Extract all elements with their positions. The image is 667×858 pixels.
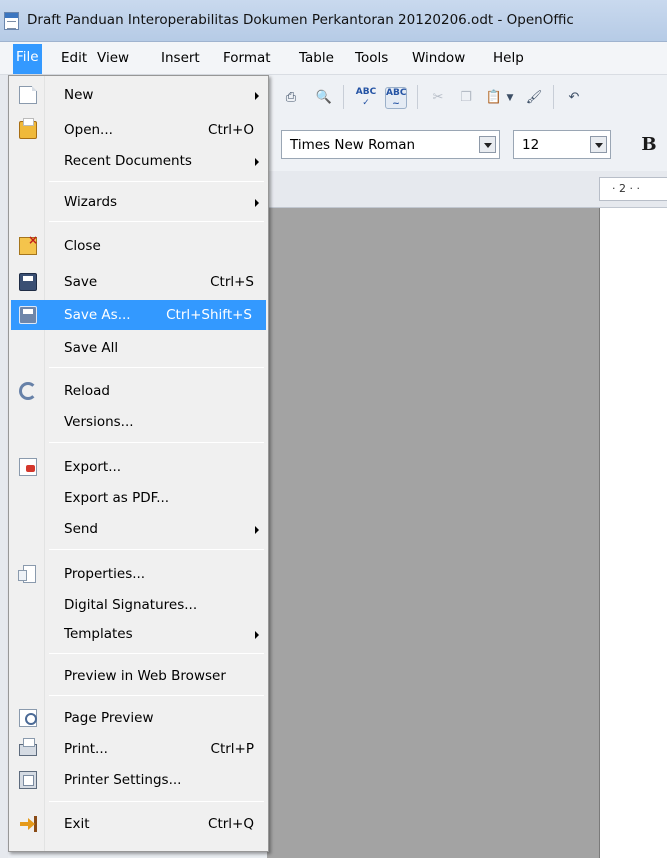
save-as-icon xyxy=(19,306,37,324)
file-menu-dropdown: New Open... Ctrl+O Recent Documents Wiza… xyxy=(8,75,269,852)
autospellcheck-button[interactable]: ABC ~ xyxy=(385,87,407,109)
menu-item-templates[interactable]: Templates xyxy=(11,619,266,649)
font-size-value: 12 xyxy=(522,137,540,153)
menu-item-preview-web-browser[interactable]: Preview in Web Browser xyxy=(11,661,266,691)
submenu-arrow-icon xyxy=(255,631,259,639)
submenu-arrow-icon xyxy=(255,526,259,534)
clone-formatting-icon[interactable]: 🖌 xyxy=(523,87,545,109)
menu-edit[interactable]: Edit xyxy=(61,50,87,66)
spellcheck-button[interactable]: ABC ✓ xyxy=(355,87,377,109)
new-document-icon xyxy=(19,86,37,104)
menu-item-reload[interactable]: Reload xyxy=(11,376,266,406)
menu-item-properties[interactable]: Properties... xyxy=(11,559,266,589)
toolbar-separator xyxy=(343,85,344,109)
standard-toolbar: ⎙ 🔍 ABC ✓ ABC ~ ✂ ❐ 📋 ▼ 🖌 ↶ xyxy=(267,75,667,119)
page-preview-icon[interactable]: 🔍 xyxy=(313,87,335,109)
menu-table[interactable]: Table xyxy=(299,50,334,66)
menu-separator xyxy=(49,801,264,802)
page-preview-icon xyxy=(19,709,37,727)
bold-button[interactable]: B xyxy=(636,130,662,159)
menu-view[interactable]: View xyxy=(97,50,129,66)
menu-item-digital-signatures[interactable]: Digital Signatures... xyxy=(11,590,266,620)
menu-item-print[interactable]: Print... Ctrl+P xyxy=(11,734,266,764)
window-left-edge xyxy=(0,75,8,858)
writer-document-icon xyxy=(4,12,19,30)
print-icon xyxy=(19,738,37,756)
submenu-arrow-icon xyxy=(255,199,259,207)
ruler-page-area: · 2 · · xyxy=(599,177,667,201)
submenu-arrow-icon xyxy=(255,92,259,100)
menu-item-page-preview[interactable]: Page Preview xyxy=(11,703,266,733)
chevron-down-icon[interactable] xyxy=(590,136,607,153)
printer-settings-icon xyxy=(19,771,37,789)
chevron-down-icon[interactable] xyxy=(479,136,496,153)
paste-dropdown-icon[interactable]: ▼ xyxy=(505,87,515,109)
font-name-value: Times New Roman xyxy=(290,137,416,153)
font-size-combo[interactable]: 12 xyxy=(513,130,611,159)
reload-icon xyxy=(19,382,37,400)
open-folder-icon xyxy=(19,118,37,139)
document-page[interactable] xyxy=(599,208,667,858)
menu-separator xyxy=(49,442,264,443)
menu-separator xyxy=(49,549,264,550)
menu-item-save-all[interactable]: Save All xyxy=(11,333,266,363)
print-direct-icon[interactable]: ⎙ xyxy=(280,87,302,109)
copy-icon[interactable]: ❐ xyxy=(455,87,477,109)
menu-item-save-as[interactable]: Save As... Ctrl+Shift+S xyxy=(11,300,266,330)
menu-tools[interactable]: Tools xyxy=(355,50,388,66)
toolbar-separator xyxy=(417,85,418,109)
export-icon xyxy=(19,458,37,476)
paste-icon[interactable]: 📋 xyxy=(483,87,505,109)
menu-separator xyxy=(49,367,264,368)
exit-icon xyxy=(19,815,37,833)
menu-insert[interactable]: Insert xyxy=(161,50,200,66)
menu-file[interactable]: File xyxy=(13,44,42,74)
close-document-icon xyxy=(19,233,38,255)
menu-item-export-pdf[interactable]: Export as PDF... xyxy=(11,483,266,513)
window-title: Draft Panduan Interoperabilitas Dokumen … xyxy=(27,12,574,28)
menu-item-versions[interactable]: Versions... xyxy=(11,407,266,437)
menu-item-send[interactable]: Send xyxy=(11,514,266,544)
menu-item-open[interactable]: Open... Ctrl+O xyxy=(11,115,266,145)
document-background xyxy=(267,208,599,858)
properties-icon xyxy=(18,565,36,583)
save-icon xyxy=(19,273,37,291)
menu-bar: File Edit View Insert Format Table Tools… xyxy=(0,42,667,75)
ruler-tick-label: · 2 · · xyxy=(612,182,640,195)
font-name-combo[interactable]: Times New Roman xyxy=(281,130,500,159)
menu-separator xyxy=(49,181,264,182)
menu-item-save[interactable]: Save Ctrl+S xyxy=(11,267,266,297)
menu-help[interactable]: Help xyxy=(493,50,524,66)
menu-item-wizards[interactable]: Wizards xyxy=(11,187,266,217)
menu-separator xyxy=(49,221,264,222)
menu-item-recent-documents[interactable]: Recent Documents xyxy=(11,146,266,176)
menu-format[interactable]: Format xyxy=(223,50,271,66)
cut-icon[interactable]: ✂ xyxy=(427,87,449,109)
formatting-toolbar: Times New Roman 12 B xyxy=(267,119,667,171)
menu-window[interactable]: Window xyxy=(412,50,465,66)
toolbar-separator xyxy=(553,85,554,109)
menu-separator xyxy=(49,653,264,654)
undo-icon[interactable]: ↶ xyxy=(563,87,585,109)
menu-item-close[interactable]: Close xyxy=(11,231,266,261)
menu-item-export[interactable]: Export... xyxy=(11,452,266,482)
submenu-arrow-icon xyxy=(255,158,259,166)
title-bar: Draft Panduan Interoperabilitas Dokumen … xyxy=(0,0,667,42)
menu-separator xyxy=(49,695,264,696)
menu-item-new[interactable]: New xyxy=(11,80,266,110)
menu-item-printer-settings[interactable]: Printer Settings... xyxy=(11,765,266,795)
horizontal-ruler[interactable]: · 2 · · xyxy=(267,171,667,208)
menu-item-exit[interactable]: Exit Ctrl+Q xyxy=(11,809,266,839)
